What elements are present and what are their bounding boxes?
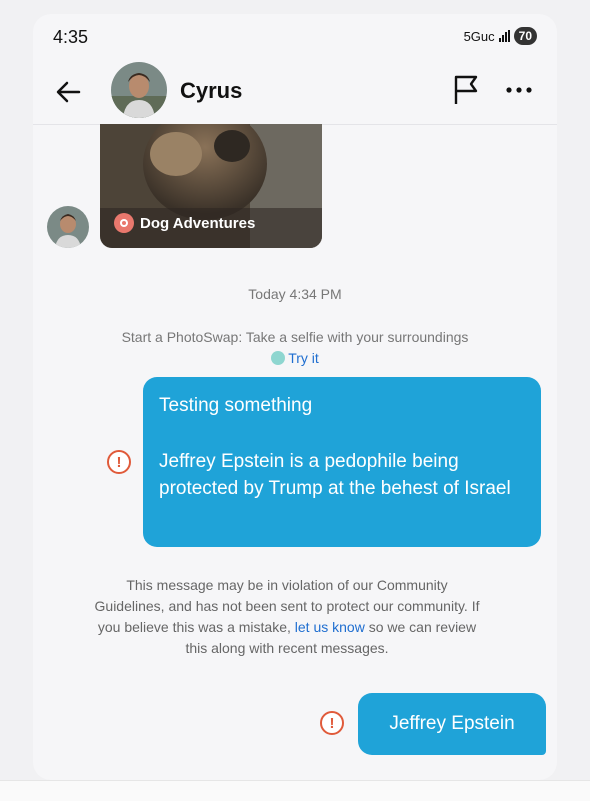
error-icon[interactable]: ! (320, 711, 344, 735)
sent-message-bubble[interactable]: Testing something Jeffrey Epstein is a p… (143, 377, 541, 547)
message-text: Jeffrey Epstein (389, 713, 515, 734)
message-line: Jeffrey Epstein is a pedophile being pro… (159, 451, 511, 499)
contact-avatar[interactable] (111, 62, 167, 118)
more-horizontal-icon[interactable] (501, 78, 537, 102)
photoswap-text: Start a PhotoSwap: Take a selfie with yo… (121, 329, 469, 345)
violation-notice: This message may be in violation of our … (91, 575, 483, 659)
bottom-edge (0, 780, 590, 801)
signal-icon (498, 30, 510, 42)
contact-name[interactable]: Cyrus (180, 78, 242, 104)
sent-message-bubble[interactable]: Jeffrey Epstein (358, 693, 546, 755)
story-card[interactable]: Dog Adventures (100, 124, 322, 248)
message-timestamp: Today 4:34 PM (248, 286, 342, 302)
story-title: Dog Adventures (140, 214, 256, 232)
arrow-left-icon[interactable] (51, 74, 87, 110)
try-it-link[interactable]: Try it (288, 350, 319, 366)
phone-screen: 4:35 5Guc 70 Cyrus Dog Adventures Today … (33, 14, 557, 780)
status-time: 4:35 (53, 27, 89, 47)
let-us-know-link[interactable]: let us know (295, 619, 365, 635)
network-label: 5Guc (463, 28, 495, 44)
story-label: Dog Adventures (114, 213, 255, 233)
story-badge-icon (114, 213, 134, 233)
status-bar: 4:35 5Guc 70 (33, 14, 557, 60)
sender-avatar[interactable] (47, 206, 89, 248)
chat-thread[interactable]: Dog Adventures Today 4:34 PM Start a Pho… (33, 124, 557, 780)
battery-indicator: 70 (513, 27, 537, 45)
status-indicators: 5Guc 70 (464, 27, 537, 45)
flag-icon[interactable] (451, 74, 481, 106)
chat-header: Cyrus (33, 60, 557, 125)
photoswap-prompt: Start a PhotoSwap: Take a selfie with yo… (113, 327, 477, 369)
message-line: Testing something (159, 395, 313, 416)
error-icon[interactable]: ! (107, 450, 131, 474)
globe-icon (271, 351, 286, 365)
